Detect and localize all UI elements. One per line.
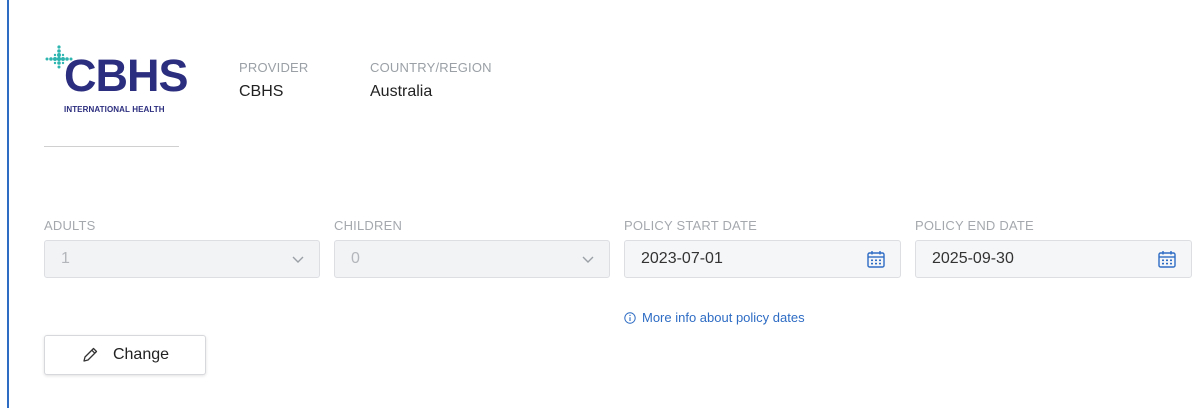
chevron-down-icon bbox=[582, 256, 594, 263]
chevron-down-icon bbox=[292, 256, 304, 263]
country-label: COUNTRY/REGION bbox=[370, 60, 492, 75]
provider-logo: CBHS INTERNATIONAL HEALTH bbox=[44, 44, 189, 124]
adults-value: 1 bbox=[61, 250, 70, 267]
provider-label: PROVIDER bbox=[239, 60, 309, 75]
policy-dates-info-link[interactable]: More info about policy dates bbox=[624, 310, 805, 325]
change-button[interactable]: Change bbox=[44, 335, 206, 375]
start-date-label: POLICY START DATE bbox=[624, 218, 757, 233]
country-value: Australia bbox=[370, 83, 433, 100]
policy-summary-panel: CBHS INTERNATIONAL HEALTH PROVIDER CBHS … bbox=[0, 0, 1196, 408]
start-date-value: 2023-07-01 bbox=[641, 250, 723, 267]
logo-wordmark: CBHS bbox=[64, 50, 189, 101]
children-label: CHILDREN bbox=[334, 218, 403, 233]
left-accent-rule bbox=[7, 0, 9, 408]
adults-label: ADULTS bbox=[44, 218, 96, 233]
end-date-label: POLICY END DATE bbox=[915, 218, 1034, 233]
start-date-input[interactable]: 2023-07-01 bbox=[624, 240, 901, 278]
provider-value: CBHS bbox=[239, 83, 284, 100]
info-icon bbox=[624, 311, 636, 324]
pencil-icon bbox=[83, 347, 98, 362]
calendar-icon[interactable] bbox=[866, 249, 886, 269]
adults-select[interactable]: 1 bbox=[44, 240, 320, 278]
children-select[interactable]: 0 bbox=[334, 240, 610, 278]
info-link-label: More info about policy dates bbox=[642, 310, 805, 325]
logo-divider bbox=[44, 146, 179, 147]
logo-tagline: INTERNATIONAL HEALTH bbox=[64, 105, 165, 114]
change-button-label: Change bbox=[112, 346, 170, 363]
end-date-value: 2025-09-30 bbox=[932, 250, 1014, 267]
calendar-icon[interactable] bbox=[1157, 249, 1177, 269]
end-date-input[interactable]: 2025-09-30 bbox=[915, 240, 1192, 278]
children-value: 0 bbox=[351, 250, 360, 267]
